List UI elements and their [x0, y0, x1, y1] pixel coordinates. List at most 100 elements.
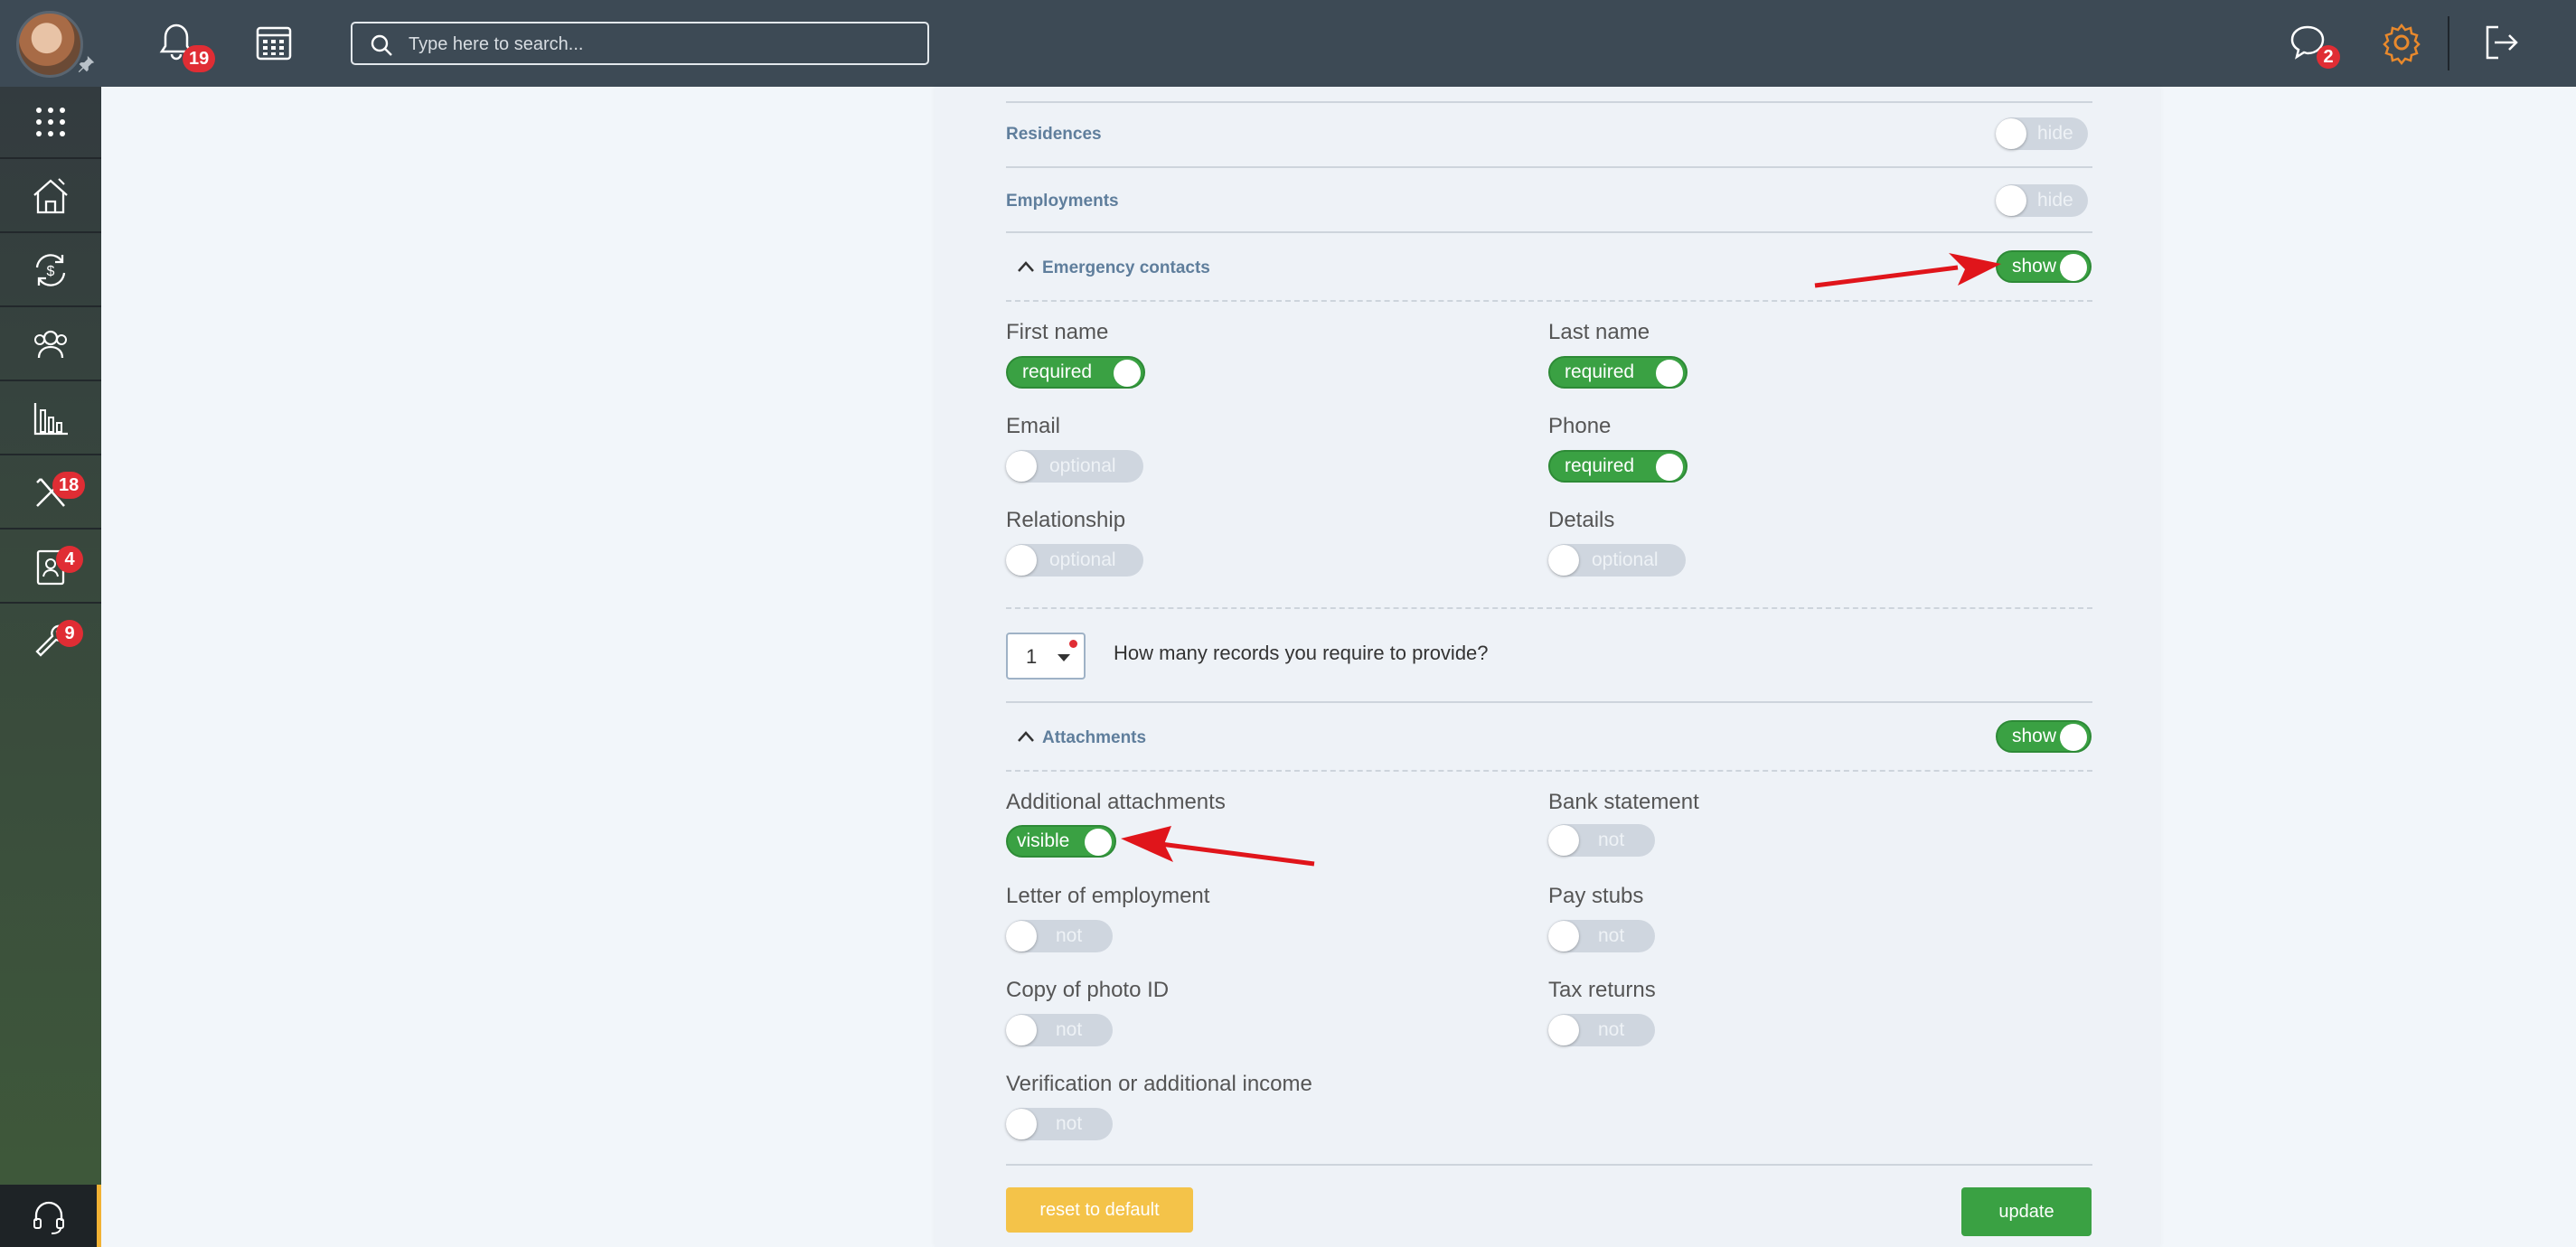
details-label: Details [1548, 508, 1615, 532]
employments-label: Employments [1006, 192, 1119, 211]
emergency-contacts-toggle[interactable]: show [1996, 250, 2092, 283]
sidebar-item-people[interactable] [0, 309, 101, 381]
toggle-label: not [1598, 925, 1625, 946]
toggle-knob [1548, 1015, 1579, 1045]
verification-income-label: Verification or additional income [1006, 1072, 1312, 1096]
toggle-label: show [2012, 256, 2057, 277]
toggle-label: not [1598, 830, 1625, 850]
caret-down-icon [1058, 654, 1070, 661]
tools-badge: 18 [52, 472, 86, 499]
divider [1006, 231, 2092, 233]
sidebar-item-tools[interactable]: 18 [0, 457, 101, 530]
toggle-label: required [1022, 361, 1093, 382]
grid-icon [36, 108, 65, 136]
sidebar-item-maintenance[interactable]: 9 [0, 605, 101, 678]
money-cycle-icon: $ [35, 254, 66, 286]
last-name-toggle[interactable]: required [1548, 356, 1688, 389]
select-value: 1 [1026, 645, 1038, 668]
details-toggle[interactable]: optional [1548, 544, 1686, 577]
chevron-up-icon[interactable] [1016, 729, 1036, 744]
logout-icon[interactable] [2478, 20, 2524, 65]
house-icon [33, 178, 68, 214]
additional-attachments-label: Additional attachments [1006, 790, 1226, 814]
toggle-label: optional [1049, 455, 1116, 476]
top-bar: 19 2 [0, 0, 2576, 87]
letter-of-employment-label: Letter of employment [1006, 884, 1210, 908]
search-icon [371, 34, 392, 56]
records-count-select[interactable]: 1 [1006, 633, 1086, 680]
toggle-knob [1085, 829, 1112, 856]
toggle-knob [1996, 185, 2026, 216]
bank-statement-label: Bank statement [1548, 790, 1699, 814]
chevron-up-icon[interactable] [1016, 259, 1036, 274]
copy-of-photo-id-toggle[interactable]: not [1006, 1014, 1113, 1046]
dashed-divider [1006, 607, 2092, 609]
toggle-label: not [1056, 1113, 1083, 1134]
support-button[interactable] [0, 1185, 101, 1247]
red-arrow-annotation [1814, 253, 2001, 288]
required-dot [1069, 640, 1077, 648]
additional-attachments-toggle[interactable]: visible [1006, 825, 1116, 858]
verification-income-toggle[interactable]: not [1006, 1108, 1113, 1140]
toggle-knob [2060, 254, 2087, 281]
toggle-label: required [1565, 455, 1635, 476]
sidebar-item-reports[interactable] [0, 383, 101, 455]
toggle-knob [1006, 1015, 1037, 1045]
update-button[interactable]: update [1961, 1187, 2092, 1236]
toggle-label: not [1056, 925, 1083, 946]
dashed-divider [1006, 770, 2092, 772]
employments-toggle[interactable]: hide [1996, 184, 2088, 217]
residences-label: Residences [1006, 125, 1102, 144]
records-question: How many records you require to provide? [1114, 642, 1489, 664]
bar-chart-icon [33, 403, 68, 436]
user-avatar[interactable] [16, 11, 83, 78]
residences-toggle[interactable]: hide [1996, 117, 2088, 150]
attachments-toggle[interactable]: show [1996, 720, 2092, 753]
headset-icon [33, 1201, 64, 1234]
pin-icon[interactable] [76, 54, 96, 74]
first-name-toggle[interactable]: required [1006, 356, 1145, 389]
relationship-label: Relationship [1006, 508, 1126, 532]
toggle-knob [1548, 545, 1579, 576]
search-box[interactable] [351, 22, 929, 65]
emergency-contacts-label[interactable]: Emergency contacts [1042, 258, 1210, 278]
bank-statement-toggle[interactable]: not [1548, 824, 1655, 857]
toggle-label: visible [1017, 830, 1070, 851]
toggle-label: hide [2037, 123, 2073, 144]
maintenance-badge: 9 [56, 620, 83, 647]
phone-label: Phone [1548, 414, 1612, 438]
attachments-label[interactable]: Attachments [1042, 728, 1146, 748]
toggle-label: required [1565, 361, 1635, 382]
svg-text:$: $ [47, 264, 55, 279]
toggle-knob [1656, 454, 1683, 481]
pay-stubs-label: Pay stubs [1548, 884, 1644, 908]
messages-badge: 2 [2317, 45, 2340, 69]
sidebar-item-properties[interactable] [0, 161, 101, 233]
email-label: Email [1006, 414, 1061, 438]
divider [1006, 701, 2092, 703]
toggle-knob [2060, 724, 2087, 751]
applications-badge: 4 [56, 546, 83, 573]
sidebar-item-applications[interactable]: 4 [0, 531, 101, 604]
sidebar-item-finance[interactable]: $ [0, 235, 101, 307]
red-arrow-annotation [1121, 826, 1315, 867]
search-input[interactable] [409, 31, 915, 58]
sidebar-item-apps[interactable] [0, 87, 101, 159]
sidebar: $ 18 4 9 [0, 87, 101, 1247]
toggle-label: hide [2037, 190, 2073, 211]
divider [1006, 1164, 2092, 1166]
people-icon [34, 330, 67, 359]
pay-stubs-toggle[interactable]: not [1548, 920, 1655, 952]
tax-returns-toggle[interactable]: not [1548, 1014, 1655, 1046]
gear-icon[interactable] [2379, 20, 2424, 65]
reset-to-default-button[interactable]: reset to default [1006, 1187, 1193, 1233]
toggle-knob [1996, 118, 2026, 149]
toggle-label: optional [1592, 549, 1659, 570]
toggle-knob [1114, 360, 1141, 387]
email-toggle[interactable]: optional [1006, 450, 1143, 483]
toggle-knob [1656, 360, 1683, 387]
relationship-toggle[interactable]: optional [1006, 544, 1143, 577]
letter-of-employment-toggle[interactable]: not [1006, 920, 1113, 952]
calendar-icon[interactable] [251, 20, 296, 65]
phone-toggle[interactable]: required [1548, 450, 1688, 483]
